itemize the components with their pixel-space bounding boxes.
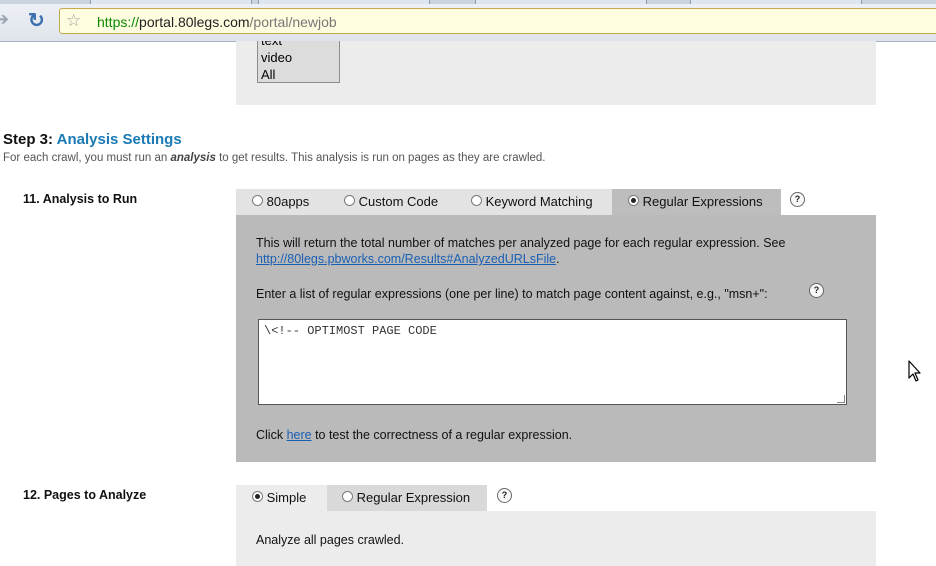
browser-tab[interactable] <box>690 0 862 4</box>
browser-tab[interactable] <box>90 0 252 4</box>
reload-icon[interactable]: ↻ <box>28 10 50 32</box>
desc-emphasis: analysis <box>170 152 216 164</box>
help-icon[interactable]: ? <box>809 283 824 298</box>
url-path: /portal/newjob <box>249 14 337 30</box>
tab-label: 80apps <box>266 194 310 209</box>
listbox-option[interactable]: text <box>261 41 282 49</box>
tab-80apps[interactable]: 80apps <box>236 189 327 215</box>
listbox-option[interactable]: video <box>261 50 292 66</box>
url-text[interactable]: https://portal.80legs.com/portal/newjob <box>97 13 337 31</box>
test-regex-link[interactable]: here <box>287 428 312 442</box>
radio-keyword-matching[interactable] <box>471 195 482 206</box>
tab-label: Keyword Matching <box>485 194 593 209</box>
desc-text: to get results. This analysis is run on … <box>215 152 546 164</box>
media-type-listbox[interactable]: text video All <box>257 41 340 83</box>
regex-textarea[interactable]: \<!-- OPTIMOST PAGE CODE <box>258 319 847 405</box>
results-link-line: http://80legs.pbworks.com/Results#Analyz… <box>256 252 560 266</box>
results-doc-link[interactable]: http://80legs.pbworks.com/Results#Analyz… <box>256 252 556 266</box>
browser-tab[interactable] <box>475 0 647 4</box>
tab-simple[interactable]: Simple <box>236 485 327 511</box>
tab-keyword-matching[interactable]: Keyword Matching <box>455 189 612 215</box>
tab-custom-code[interactable]: Custom Code <box>327 189 455 215</box>
radio-custom-code[interactable] <box>344 195 355 206</box>
regex-description: This will return the total number of mat… <box>256 236 786 250</box>
step-title: Analysis Settings <box>56 131 182 148</box>
help-icon[interactable]: ? <box>497 488 512 503</box>
period: . <box>556 252 560 266</box>
step-number: Step 3: <box>3 131 54 148</box>
radio-80apps[interactable] <box>252 195 263 206</box>
listbox-option[interactable]: All <box>261 67 275 82</box>
pages-to-analyze-text: Analyze all pages crawled. <box>256 533 404 547</box>
step3-description: For each crawl, you must run an analysis… <box>3 152 546 164</box>
help-icon[interactable]: ? <box>790 192 805 207</box>
desc-text: For each crawl, you must run an <box>3 152 171 164</box>
analysis-to-run-label: 11. Analysis to Run <box>23 192 138 206</box>
step3-heading: Step 3: Analysis Settings <box>3 131 182 148</box>
mouse-cursor-icon <box>908 360 921 382</box>
radio-regular-expressions[interactable] <box>628 195 639 206</box>
bookmark-star-icon[interactable]: ☆ <box>66 11 81 31</box>
regex-test-line: Click here to test the correctness of a … <box>256 428 572 442</box>
regex-prompt: Enter a list of regular expressions (one… <box>256 287 768 301</box>
test-prefix: Click <box>256 428 287 442</box>
resize-grip-icon[interactable] <box>837 395 845 403</box>
forward-icon[interactable]: ➔ <box>0 10 10 28</box>
tab-label: Custom Code <box>358 194 439 209</box>
test-suffix: to test the correctness of a regular exp… <box>311 428 573 442</box>
tab-regular-expressions[interactable]: Regular Expressions <box>612 189 781 215</box>
url-scheme: https:// <box>97 14 140 30</box>
pages-to-analyze-label: 12. Pages to Analyze <box>23 488 147 502</box>
url-host: portal.80legs.com <box>139 14 250 30</box>
tab-label: Regular Expression <box>356 490 471 505</box>
tab-label: Simple <box>266 490 307 505</box>
browser-tab[interactable] <box>258 0 430 4</box>
tab-label: Regular Expressions <box>642 194 763 209</box>
radio-regular-expression[interactable] <box>342 491 353 502</box>
tab-regular-expression[interactable]: Regular Expression <box>327 485 487 511</box>
radio-simple[interactable] <box>252 491 263 502</box>
